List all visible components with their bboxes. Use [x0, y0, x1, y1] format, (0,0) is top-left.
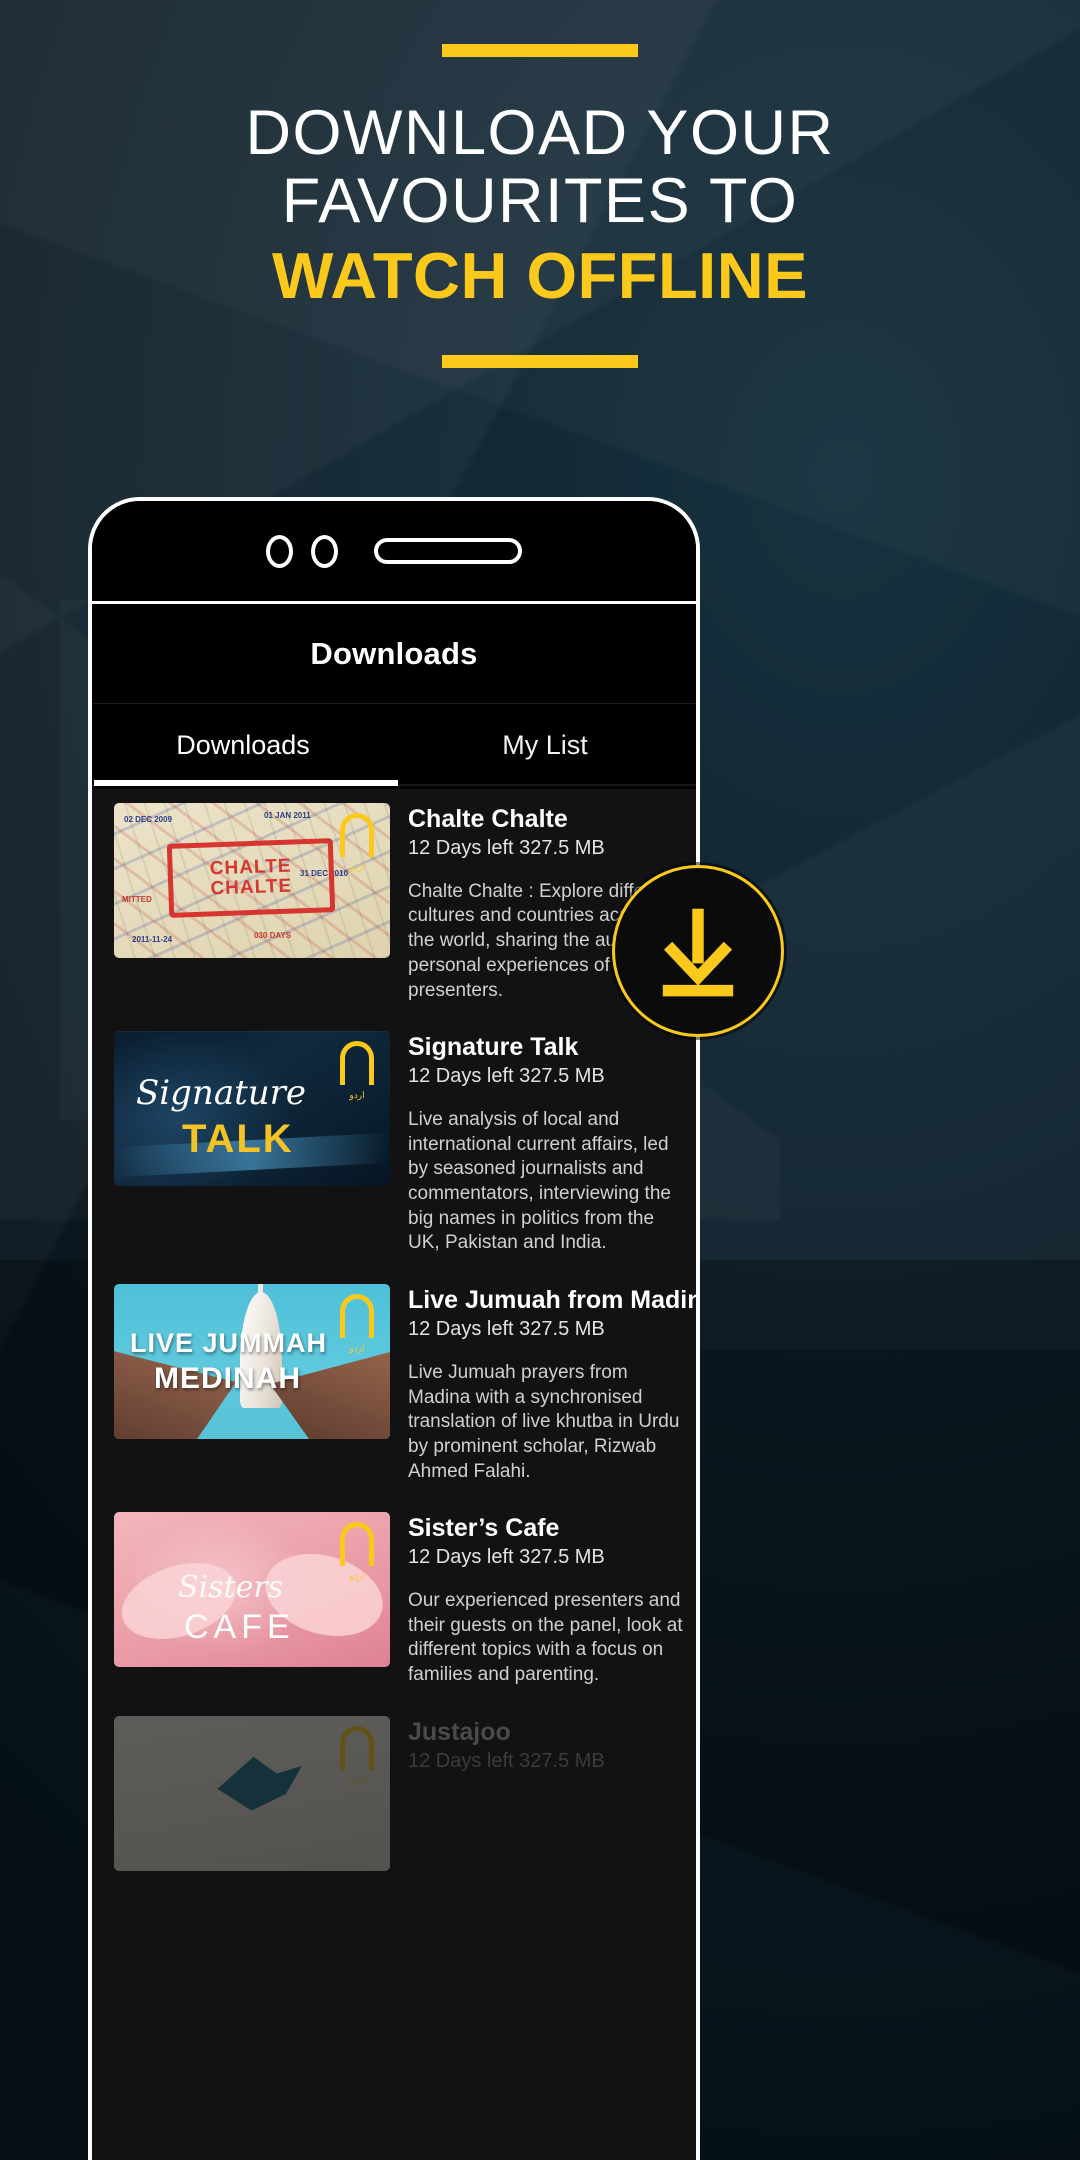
item-title: Signature Talk — [408, 1033, 579, 1062]
headline-rule-top — [442, 44, 638, 57]
headline-rule-bottom — [442, 355, 638, 369]
camera-dot-icon — [311, 534, 338, 568]
thumb-text-line-1: LIVE JUMMAH — [130, 1328, 328, 1359]
page-title: Downloads — [310, 635, 478, 671]
item-meta: Sister’s Cafe 12 Days left 327.5 MB Our … — [408, 1512, 684, 1688]
tab-active-indicator — [94, 780, 398, 786]
tab-my-list-label: My List — [502, 729, 588, 760]
list-item[interactable]: Signature TALK اردو Signature Talk 12 Da… — [92, 1017, 696, 1270]
item-meta: Signature Talk 12 Days left 327.5 MB Liv… — [408, 1031, 684, 1256]
item-description: Our experienced presenters and their gue… — [408, 1590, 683, 1686]
list-item[interactable]: Sisters CAFE اردو Sister’s Cafe 12 Days … — [92, 1498, 696, 1702]
urdu-badge-icon: اردو — [340, 813, 374, 872]
speaker-grill-icon — [374, 538, 522, 564]
camera-dot-icon — [266, 534, 293, 568]
tab-downloads-label: Downloads — [176, 729, 310, 760]
urdu-badge-icon: اردو — [340, 1522, 374, 1581]
list-item[interactable]: 02 DEC 2009 01 JAN 2011 MITTED 31 DEC 20… — [92, 789, 696, 1017]
item-description: Live Jumuah prayers from Madina with a s… — [408, 1361, 680, 1482]
item-status: 12 Days left 327.5 MB — [408, 1317, 605, 1340]
urdu-badge-icon: اردو — [340, 1041, 374, 1100]
thumb-text-line-2: MEDINAH — [154, 1362, 301, 1396]
list-item[interactable]: LIVE JUMMAH MEDINAH اردو Live Jumuah fro… — [92, 1270, 696, 1498]
download-arrow-icon — [662, 908, 734, 997]
headline-line-2: FAVOURITES TO — [281, 166, 799, 237]
item-title: Chalte Chalte — [408, 805, 568, 833]
urdu-badge-label: اردو — [349, 1571, 365, 1582]
promo-headline-block: DOWNLOAD YOUR FAVOURITES TO WATCH OFFLIN… — [0, 0, 1080, 369]
urdu-badge-label: اردو — [349, 862, 365, 872]
thumbnail[interactable]: Signature TALK اردو — [114, 1031, 390, 1187]
item-title: Justajoo — [408, 1717, 511, 1746]
item-status: 12 Days left 327.5 MB — [408, 1064, 605, 1087]
thumb-text-line-2: CAFE — [184, 1608, 295, 1647]
thumbnail[interactable]: Sisters CAFE اردو — [114, 1512, 390, 1668]
item-meta: Justajoo 12 Days left 327.5 MB — [408, 1716, 684, 1871]
item-status: 12 Days left 327.5 MB — [408, 1749, 605, 1772]
phone-notch — [92, 501, 696, 601]
headline-line-1: DOWNLOAD YOUR — [245, 98, 835, 168]
item-title: Sister’s Cafe — [408, 1514, 560, 1543]
item-status: 12 Days left 327.5 MB — [408, 836, 605, 859]
urdu-badge-label: اردو — [349, 1774, 365, 1785]
headline-line-3: WATCH OFFLINE — [271, 239, 809, 313]
urdu-badge-icon: اردو — [340, 1294, 374, 1353]
tab-downloads[interactable]: Downloads — [92, 704, 394, 786]
urdu-badge-label: اردو — [349, 1090, 365, 1101]
phone-mockup: Downloads Downloads My List 02 DEC 2009 — [88, 497, 700, 2160]
item-status: 12 Days left 327.5 MB — [408, 1546, 605, 1568]
item-title: Live Jumuah from Madinah — [408, 1286, 696, 1315]
urdu-badge-label: اردو — [349, 1343, 365, 1354]
app-titlebar: Downloads — [92, 604, 696, 704]
app-screen: Downloads Downloads My List 02 DEC 2009 — [92, 604, 696, 2160]
download-fab-button[interactable] — [612, 865, 784, 1037]
promo-headline: DOWNLOAD YOUR FAVOURITES TO WATCH OFFLIN… — [0, 99, 1080, 311]
downloads-list[interactable]: 02 DEC 2009 01 JAN 2011 MITTED 31 DEC 20… — [92, 789, 696, 2160]
thumb-text-line-1: Signature — [136, 1073, 307, 1114]
thumb-text-line-2: TALK — [182, 1117, 294, 1162]
thumbnail[interactable]: 02 DEC 2009 01 JAN 2011 MITTED 31 DEC 20… — [114, 803, 390, 958]
urdu-badge-icon: اردو — [340, 1725, 374, 1785]
list-item[interactable]: اردو Justajoo 12 Days left 327.5 MB — [92, 1702, 696, 1885]
thumbnail[interactable]: LIVE JUMMAH MEDINAH اردو — [114, 1284, 390, 1440]
item-meta: Live Jumuah from Madinah 12 Days left 32… — [408, 1284, 696, 1484]
thumb-text-line-2: CHALTE — [210, 875, 293, 900]
phone-frame: Downloads Downloads My List 02 DEC 2009 — [88, 497, 700, 2160]
tab-bar: Downloads My List — [92, 704, 696, 786]
item-description: Live analysis of local and international… — [408, 1108, 671, 1254]
thumbnail-stamp: CHALTE CHALTE — [166, 838, 336, 918]
thumbnail[interactable]: اردو — [114, 1715, 390, 1871]
thumb-text-line-1: Sisters — [178, 1570, 284, 1606]
tab-my-list[interactable]: My List — [394, 704, 696, 786]
